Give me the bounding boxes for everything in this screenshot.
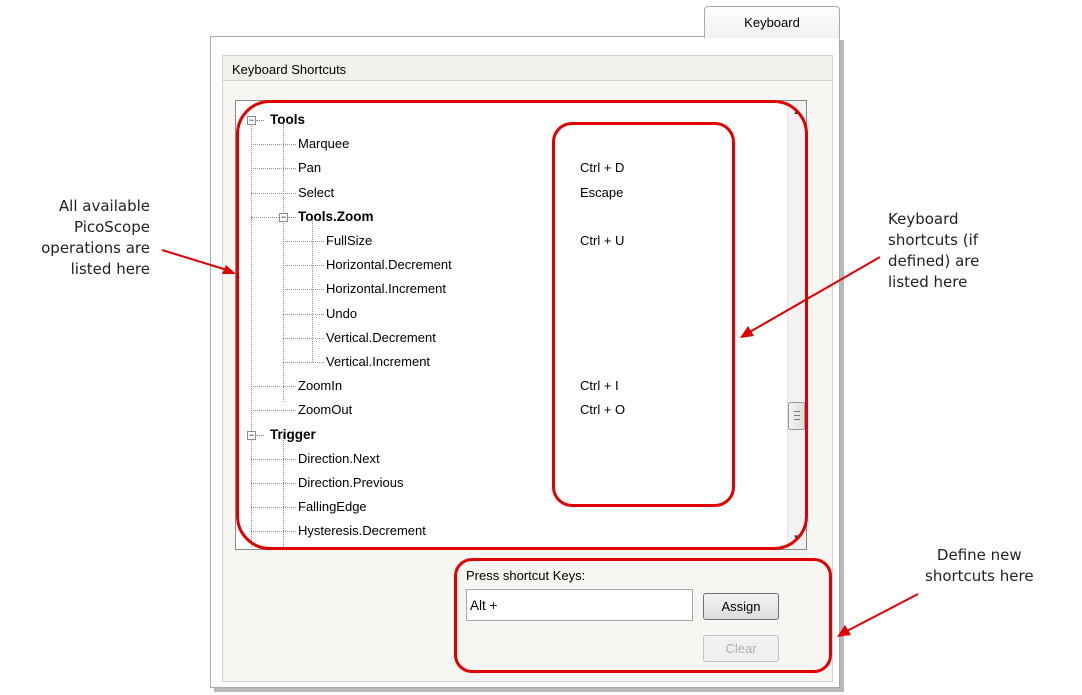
arrow-shortcuts-line [747,256,881,334]
annotation-arrows [161,249,919,637]
shortcuts-annotation: Keyboard shortcuts (if defined) are list… [888,210,980,291]
operations-annotation: All available PicoScope operations are l… [41,197,150,278]
arrow-define-line [844,593,919,633]
define-annotation: Define new shortcuts here [925,546,1034,585]
arrow-shortcuts-head-icon [740,326,754,338]
arrow-operations-head-icon [222,265,236,274]
arrow-operations-line [161,249,228,271]
